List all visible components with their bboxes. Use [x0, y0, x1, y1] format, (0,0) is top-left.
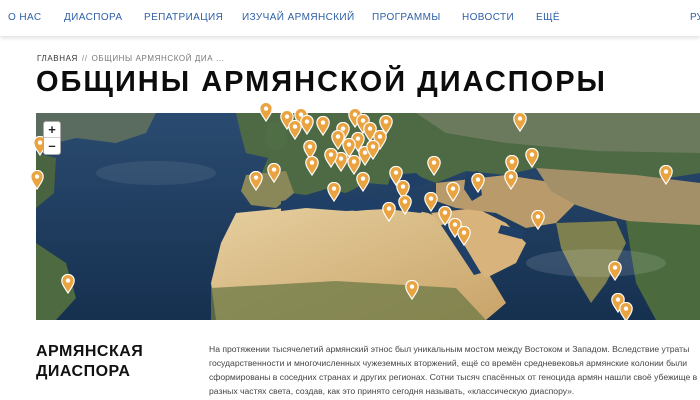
map-marker-icon[interactable] [471, 173, 485, 193]
zoom-out-button[interactable]: – [44, 138, 60, 154]
breadcrumb-separator: // [81, 54, 88, 63]
map-marker-icon[interactable] [446, 182, 460, 202]
map-marker-icon[interactable] [382, 202, 396, 222]
map-marker-icon[interactable] [300, 115, 314, 135]
map-marker-icon[interactable] [288, 120, 302, 140]
map-marker-icon[interactable] [457, 226, 471, 246]
map-marker-icon[interactable] [424, 192, 438, 212]
map-marker-icon[interactable] [405, 280, 419, 300]
map-marker-icon[interactable] [30, 170, 44, 190]
map-marker-icon[interactable] [513, 112, 527, 132]
breadcrumb: ГЛАВНАЯ//ОБЩИНЫ АРМЯНСКОЙ ДИА ... [37, 54, 225, 63]
breadcrumb-current: ОБЩИНЫ АРМЯНСКОЙ ДИА ... [91, 54, 225, 63]
nav-item-programs[interactable]: ПРОГРАММЫ [372, 12, 441, 23]
map-marker-icon[interactable] [608, 261, 622, 281]
zoom-in-button[interactable]: + [44, 122, 60, 138]
top-navigation: О НАС ДИАСПОРА РЕПАТРИАЦИЯ ИЗУЧАЙ АРМЯНС… [0, 0, 700, 36]
map-marker-icon[interactable] [398, 195, 412, 215]
map-marker-icon[interactable] [259, 102, 273, 122]
map-marker-icon[interactable] [316, 116, 330, 136]
nav-item-repatriation[interactable]: РЕПАТРИАЦИЯ [144, 12, 223, 23]
section-body-text: На протяжении тысячелетий армянский этно… [209, 344, 698, 396]
map-marker-icon[interactable] [324, 148, 338, 168]
map-marker-icon[interactable] [504, 170, 518, 190]
nav-item-learn-armenian[interactable]: ИЗУЧАЙ АРМЯНСКИЙ [242, 12, 355, 23]
nav-item-diaspora[interactable]: ДИАСПОРА [64, 12, 122, 23]
map-marker-icon[interactable] [531, 210, 545, 230]
breadcrumb-home-link[interactable]: ГЛАВНАЯ [37, 54, 78, 63]
nav-item-news[interactable]: НОВОСТИ [462, 12, 514, 23]
section-title-line1: АРМЯНСКАЯ [36, 343, 144, 360]
map-marker-icon[interactable] [61, 274, 75, 294]
map-marker-icon[interactable] [249, 171, 263, 191]
section-title: АРМЯНСКАЯ ДИАСПОРА [36, 342, 143, 382]
nav-item-about[interactable]: О НАС [8, 12, 41, 23]
map-marker-icon[interactable] [305, 156, 319, 176]
map-marker-icon[interactable] [659, 165, 673, 185]
map-marker-icon[interactable] [619, 302, 633, 322]
nav-item-more[interactable]: ЕЩЁ [536, 12, 560, 23]
map-marker-icon[interactable] [366, 140, 380, 160]
language-switcher[interactable]: РУ [690, 12, 700, 23]
map-marker-icon[interactable] [356, 172, 370, 192]
map-marker-icon[interactable] [427, 156, 441, 176]
section-title-line2: ДИАСПОРА [36, 363, 131, 380]
page-title: ОБЩИНЫ АРМЯНСКОЙ ДИАСПОРЫ [36, 66, 607, 98]
map-marker-icon[interactable] [525, 148, 539, 168]
map-marker-icon[interactable] [327, 182, 341, 202]
map-zoom-control: + – [43, 121, 61, 155]
map-marker-icon[interactable] [267, 163, 281, 183]
